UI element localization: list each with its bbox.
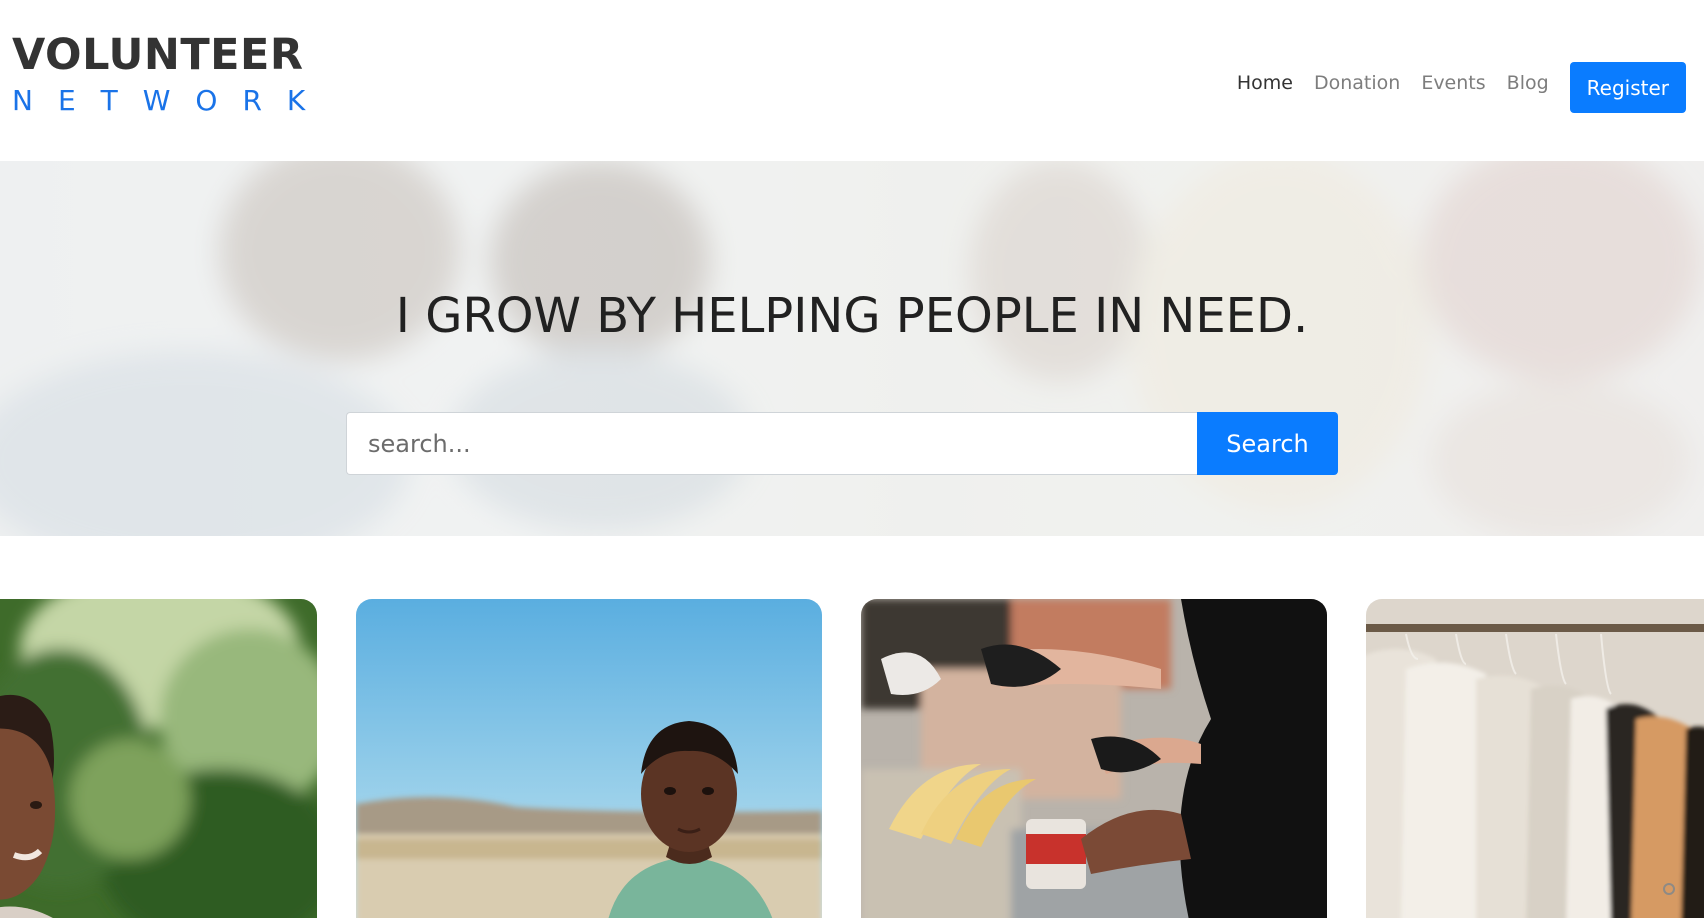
logo-wordmark-top: VOLUNTEER bbox=[12, 30, 304, 80]
clothing-rack-photo bbox=[1366, 599, 1704, 918]
search-input[interactable] bbox=[346, 412, 1197, 475]
smiling-girl-photo bbox=[0, 599, 317, 918]
card-boy-field[interactable] bbox=[356, 599, 822, 918]
page: VOLUNTEER NETWORK Home Donation Events B… bbox=[0, 0, 1704, 918]
hero-title: I GROW BY HELPING PEOPLE IN NEED. bbox=[395, 288, 1309, 344]
logo-wordmark-bottom: NETWORK bbox=[12, 84, 331, 117]
card-clothing-rack[interactable] bbox=[1366, 599, 1704, 918]
register-button[interactable]: Register bbox=[1569, 62, 1686, 113]
boy-field-photo bbox=[356, 599, 822, 918]
nav-link-home[interactable]: Home bbox=[1237, 72, 1293, 94]
card-smiling-girl[interactable] bbox=[0, 599, 317, 918]
search-button[interactable]: Search bbox=[1197, 412, 1338, 475]
card-food-drive[interactable] bbox=[861, 599, 1327, 918]
main-nav: Home Donation Events Blog Register bbox=[1237, 52, 1686, 113]
food-drive-photo bbox=[861, 599, 1327, 918]
nav-link-events[interactable]: Events bbox=[1421, 72, 1485, 94]
hero-overlay bbox=[0, 161, 1704, 536]
nav-link-blog[interactable]: Blog bbox=[1507, 72, 1549, 94]
site-header: VOLUNTEER NETWORK Home Donation Events B… bbox=[0, 0, 1704, 161]
search-bar: Search bbox=[346, 412, 1338, 475]
cards-row bbox=[0, 599, 1704, 918]
site-logo[interactable]: VOLUNTEER NETWORK bbox=[12, 30, 330, 118]
nav-link-donation[interactable]: Donation bbox=[1314, 72, 1400, 94]
hero-banner: I GROW BY HELPING PEOPLE IN NEED. Search bbox=[0, 161, 1704, 536]
